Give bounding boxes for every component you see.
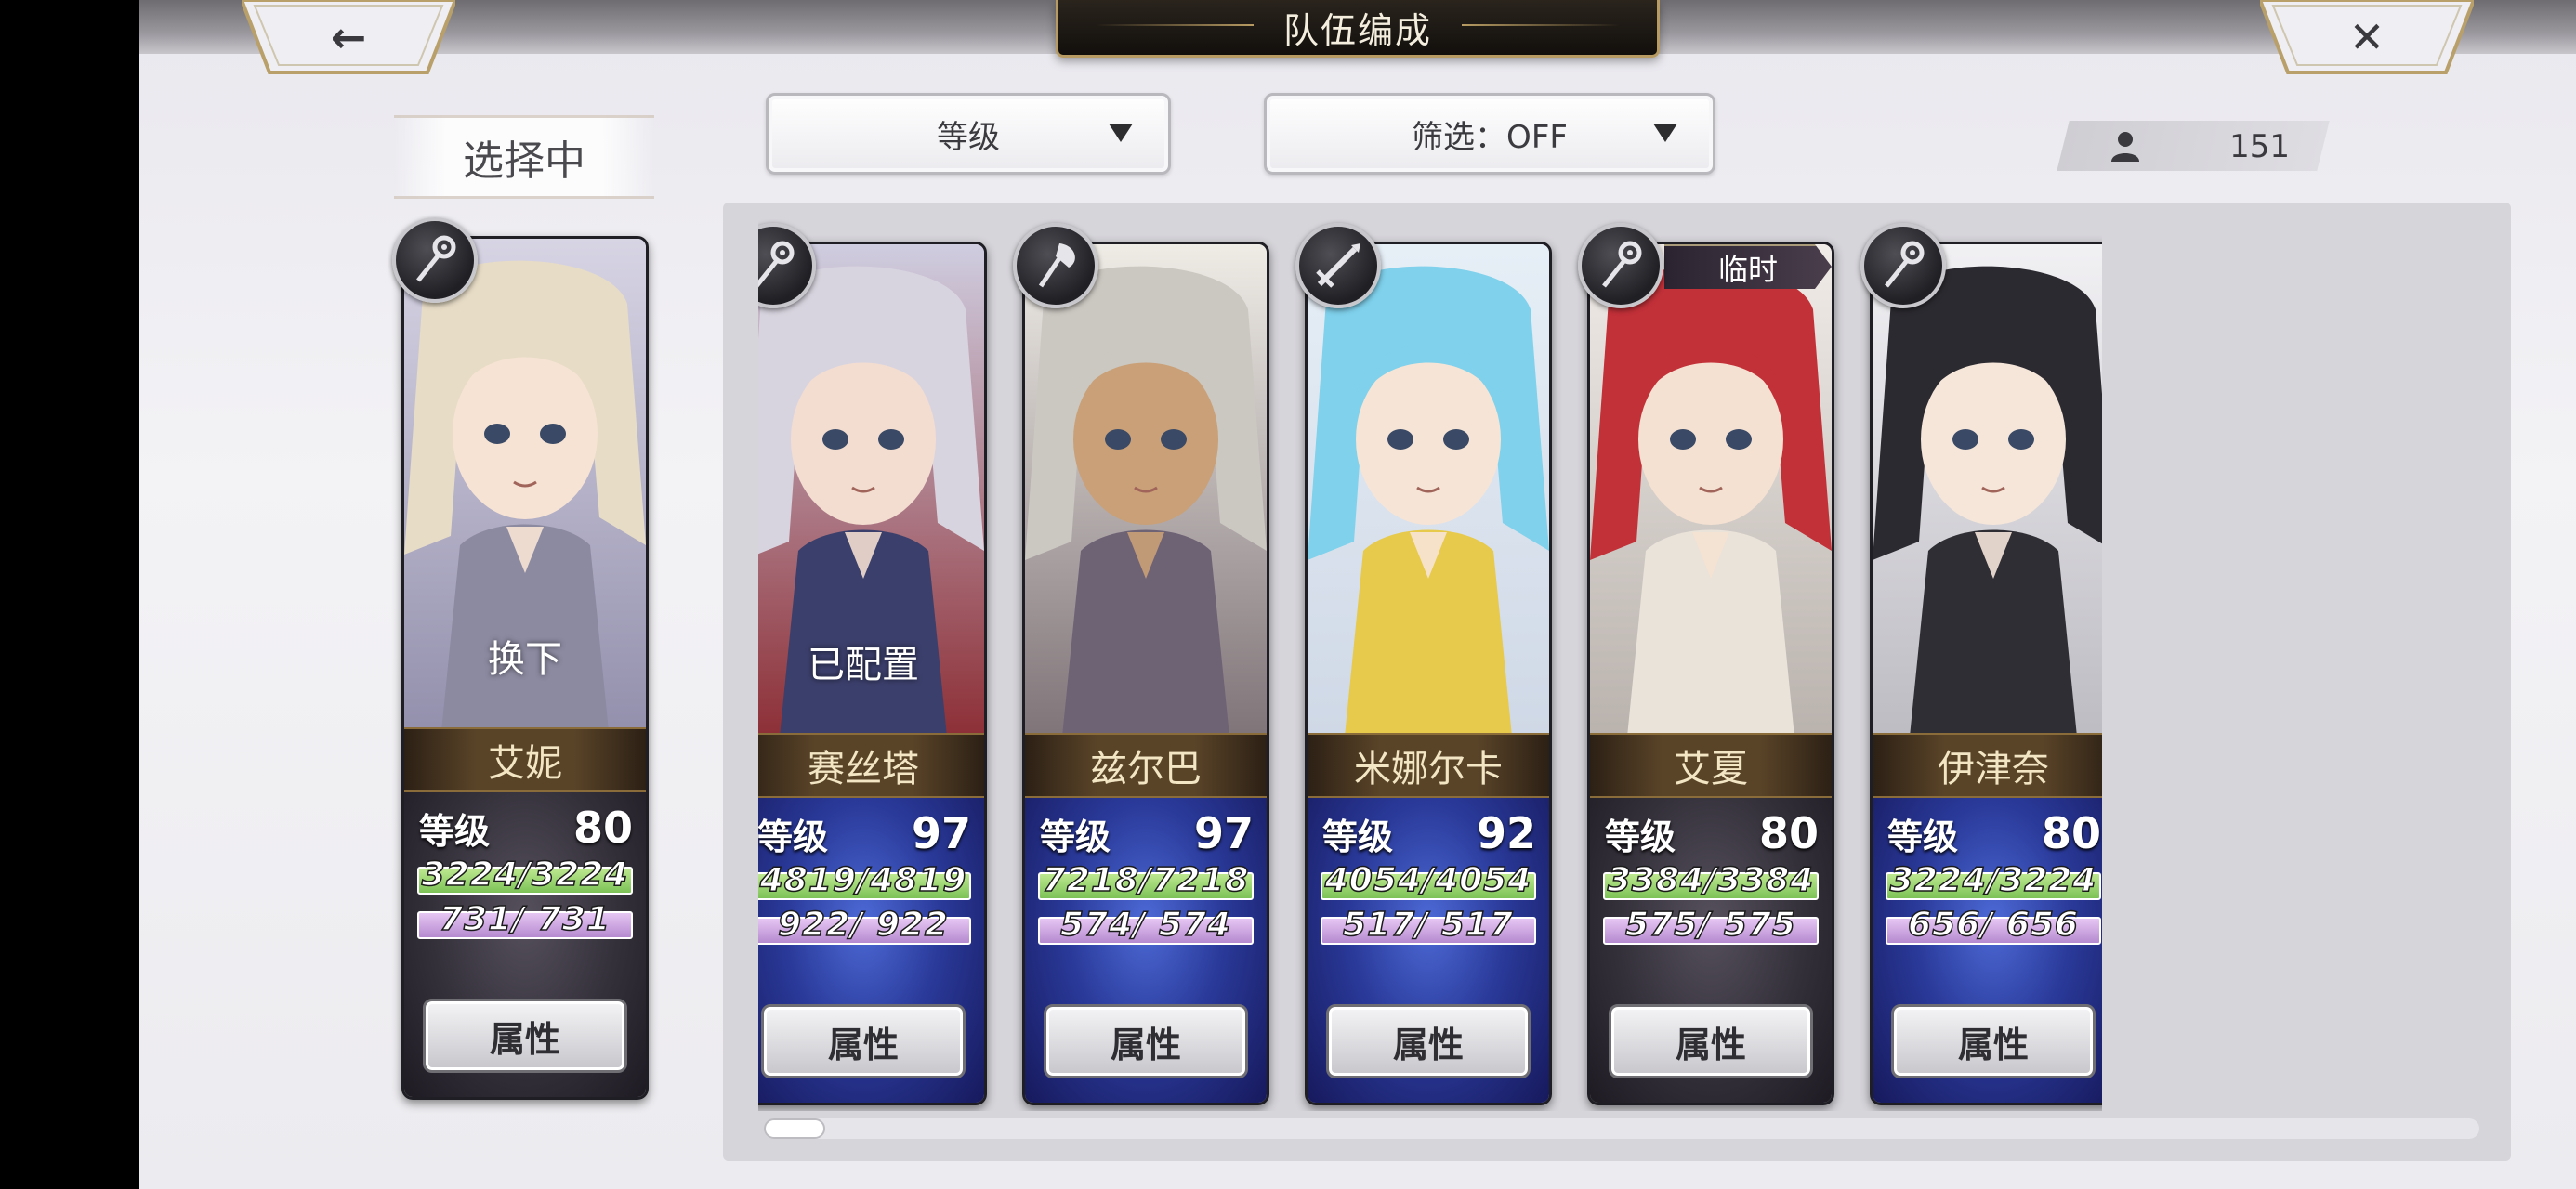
character-name: 艾夏	[1590, 733, 1832, 798]
level-label: 等级	[1322, 816, 1394, 857]
character-name: 米娜尔卡	[1308, 733, 1549, 798]
back-arrow-icon: ←	[330, 12, 367, 62]
selecting-label: 选择中	[394, 115, 654, 199]
character-portrait	[1873, 244, 2102, 737]
user-icon	[2111, 132, 2139, 162]
back-button[interactable]: ←	[242, 0, 455, 74]
mp-value: 517/ 517	[1342, 905, 1514, 945]
attributes-button[interactable]: 属性	[1326, 1004, 1531, 1078]
level-label: 等级	[758, 816, 829, 857]
character-portrait	[1025, 244, 1267, 737]
character-name: 赛丝塔	[758, 733, 984, 798]
portrait-frame	[1590, 244, 1832, 737]
mp-value: 731/ 731	[439, 899, 611, 939]
roster-scrollbar[interactable]	[764, 1118, 2479, 1139]
mp-value: 922/ 922	[777, 905, 949, 945]
character-card[interactable]: 临时艾夏等级 80 3384/3384 575/ 575 属性	[1587, 242, 1834, 1105]
character-name: 兹尔巴	[1025, 733, 1267, 798]
team-formation-screen: ← 队伍编成 ✕ 选择中 等级 筛选：OFF 151 已配置 赛丝塔 等级 97…	[139, 0, 2576, 1189]
attributes-button[interactable]: 属性	[423, 999, 627, 1073]
character-card[interactable]: 兹尔巴等级 97 7218/7218 574/ 574 属性	[1022, 242, 1269, 1105]
mp-value: 575/ 575	[1624, 905, 1796, 945]
title-ornament-right	[1462, 24, 1620, 26]
level-value: 97	[1193, 808, 1254, 858]
character-card[interactable]: 米娜尔卡等级 92 4054/4054 517/ 517 属性	[1305, 242, 1552, 1105]
attributes-button[interactable]: 属性	[1044, 1004, 1248, 1078]
axe-icon	[1013, 223, 1098, 308]
level-value: 97	[911, 808, 971, 858]
sword-icon	[1295, 223, 1381, 308]
staff-icon	[1578, 223, 1663, 308]
portrait-frame	[1025, 244, 1267, 737]
portrait-frame	[1873, 244, 2102, 737]
sort-dropdown-value: 等级	[937, 118, 1000, 156]
card-status-text: 已配置	[808, 644, 919, 686]
hp-value: 7218/7218	[1042, 860, 1250, 900]
mp-value: 574/ 574	[1059, 905, 1231, 945]
chevron-down-icon	[1653, 124, 1677, 142]
close-icon: ✕	[2348, 12, 2385, 62]
portrait-frame	[1308, 244, 1549, 737]
level-label: 等级	[419, 810, 491, 852]
hp-value: 4054/4054	[1324, 860, 1532, 900]
filter-dropdown-value: 筛选：OFF	[1412, 118, 1568, 156]
title-plate: 队伍编成	[1056, 0, 1660, 58]
character-card[interactable]: 伊津奈等级 80 3224/3224 656/ 656 属性	[1870, 242, 2102, 1105]
character-card[interactable]: 换下艾妮等级 80 3224/3224 731/ 731 属性	[401, 236, 649, 1100]
page-title: 队伍编成	[1282, 10, 1432, 51]
close-button[interactable]: ✕	[2260, 0, 2474, 74]
level-value: 92	[1476, 808, 1536, 858]
chevron-down-icon	[1109, 124, 1133, 142]
character-card[interactable]: 已配置赛丝塔等级 97 4819/4819 922/ 922 属性	[758, 242, 987, 1105]
sort-dropdown[interactable]: 等级	[766, 93, 1171, 175]
level-row: 等级 80	[1887, 807, 2101, 859]
hp-value: 3224/3224	[1889, 860, 2097, 900]
level-value: 80	[572, 803, 633, 853]
hp-value: 3384/3384	[1607, 860, 1815, 900]
level-row: 等级 92	[1322, 807, 1536, 859]
attributes-button[interactable]: 属性	[1891, 1004, 2096, 1078]
level-value: 80	[1758, 808, 1819, 858]
character-portrait	[1308, 244, 1549, 737]
level-row: 等级 97	[1040, 807, 1254, 859]
filter-dropdown[interactable]: 筛选：OFF	[1264, 93, 1715, 175]
level-row: 等级 80	[419, 802, 633, 854]
level-label: 等级	[1605, 816, 1676, 857]
hp-value: 3224/3224	[421, 855, 629, 895]
staff-icon	[1860, 223, 1946, 308]
attributes-button[interactable]: 属性	[761, 1004, 966, 1078]
level-label: 等级	[1040, 816, 1111, 857]
character-name: 伊津奈	[1873, 733, 2102, 798]
level-value: 80	[2041, 808, 2101, 858]
card-status-text: 换下	[488, 638, 562, 681]
unit-count: 151	[2229, 128, 2290, 165]
hp-value: 4819/4819	[759, 860, 967, 900]
character-portrait	[1590, 244, 1832, 737]
mp-value: 656/ 656	[1907, 905, 2079, 945]
attributes-button[interactable]: 属性	[1609, 1004, 1813, 1078]
unit-count-display: 151	[2063, 121, 2323, 171]
roster-list[interactable]: 已配置 赛丝塔 等级 97 4819/4819 922/ 922 属性 兹尔巴 等级 97 721…	[758, 219, 2102, 1111]
game-screen: ← 队伍编成 ✕ 选择中 等级 筛选：OFF 151 已配置 赛丝塔 等级 97…	[0, 0, 2576, 1189]
title-ornament-left	[1096, 24, 1254, 26]
level-row: 等级 80	[1605, 807, 1819, 859]
temporary-tag: 临时	[1664, 244, 1832, 289]
staff-icon	[392, 217, 478, 303]
level-label: 等级	[1887, 816, 1959, 857]
level-row: 等级 97	[758, 807, 971, 859]
roster-scrollbar-thumb[interactable]	[764, 1118, 825, 1139]
character-name: 艾妮	[404, 727, 646, 792]
